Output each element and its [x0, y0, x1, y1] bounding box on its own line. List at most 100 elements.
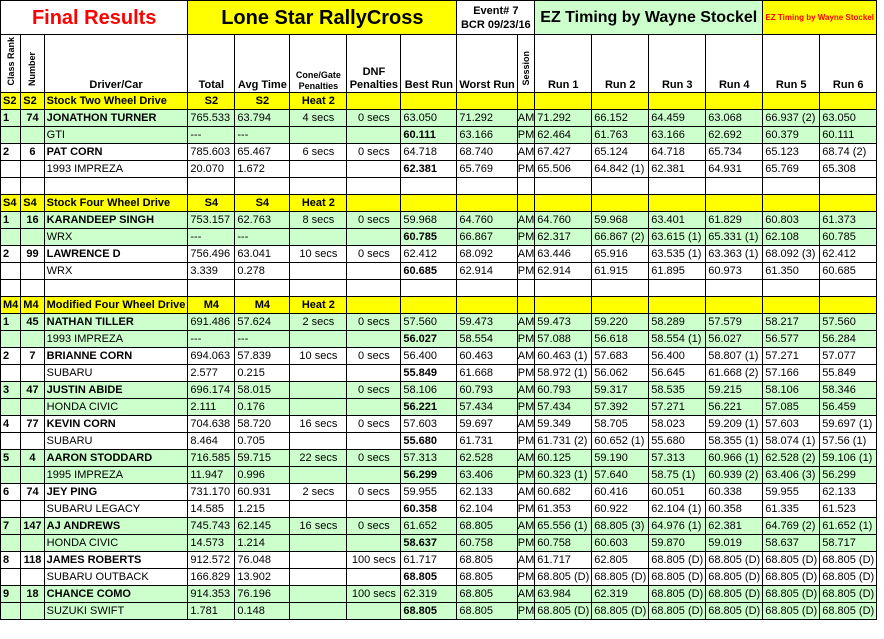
driver-row: 8 118 JAMES ROBERTS 912.572 76.048 100 secs 61…	[0, 550, 878, 569]
avg-time: 57.839	[234, 346, 291, 365]
car-row-blank	[289, 499, 348, 518]
run-time: 68.805 (D)	[819, 550, 878, 569]
driver-row: 5 4 AARON STODDARD 716.585 59.715 22 secs 0 se…	[0, 448, 878, 467]
spacer-cell	[187, 176, 236, 195]
car-row: SUBARU 2.577 0.215 55.849 61.668 PM 58.972 (1)…	[0, 363, 878, 382]
run-time: 57.166	[762, 363, 821, 382]
spacer-cell	[591, 278, 650, 297]
run-time: 62.914	[534, 261, 593, 280]
total-time: 756.496	[187, 244, 236, 263]
car-row-blank	[289, 261, 348, 280]
col-class-rank: Class Rank	[0, 34, 22, 93]
run-time: 60.603	[591, 533, 650, 552]
best-run: 61.717	[400, 550, 458, 569]
run-time: 62.805	[591, 550, 650, 569]
total-gap: ---	[187, 227, 236, 246]
results-table: Final Results Lone Star RallyCross Event…	[0, 0, 878, 620]
car-row-blank	[20, 533, 45, 552]
run-time: 65.308	[819, 159, 878, 178]
run-time: 57.683	[591, 346, 650, 365]
best-run-pm: 56.221	[400, 397, 458, 416]
car-row: 1993 IMPREZA --- --- 56.027 58.554 PM 57.088 56…	[0, 329, 878, 348]
car-row-blank	[0, 125, 22, 144]
run-time: 68.805 (D)	[762, 550, 821, 569]
avg-gap: ---	[234, 329, 291, 348]
class-label-avg: S2	[234, 91, 291, 110]
car-row: 1995 IMPREZA 11.947 0.996 56.299 63.406 PM 60.…	[0, 465, 878, 484]
car-row-blank	[0, 397, 22, 416]
avg-gap: 0.996	[234, 465, 291, 484]
car-number: 4	[20, 448, 45, 467]
class-rank: 1	[0, 312, 22, 331]
spacer-cell	[705, 278, 764, 297]
avg-gap: ---	[234, 125, 291, 144]
avg-time: 62.763	[234, 210, 291, 229]
run-time: 65.124	[591, 142, 650, 161]
class-header-blank	[705, 295, 764, 314]
spacer-cell	[346, 176, 402, 195]
avg-gap: 0.176	[234, 397, 291, 416]
worst-run: 68.805	[456, 550, 518, 569]
run-time: 68.74 (2)	[819, 142, 878, 161]
car-row-blank	[0, 431, 22, 450]
class-code: S4	[0, 193, 22, 212]
run-time: 57.579	[705, 312, 764, 331]
best-run: 61.652	[400, 516, 458, 535]
spacer-cell	[534, 278, 593, 297]
avg-time: 65.467	[234, 142, 291, 161]
driver-name: CHANCE COMO	[43, 584, 189, 603]
avg-time: 76.048	[234, 550, 291, 569]
run-time: 58.346	[819, 380, 878, 399]
run-time: 59.190	[591, 448, 650, 467]
col-run-2: Run 2	[591, 34, 650, 93]
spacer-cell	[400, 176, 458, 195]
run-time: 58.554 (1)	[648, 329, 707, 348]
car-row: HONDA CIVIC 14.573 1.214 58.637 60.758 PM 60.7…	[0, 533, 878, 552]
cone-penalty: 10 secs	[289, 244, 348, 263]
session-am: AM	[516, 210, 536, 229]
run-time: 68.805 (D)	[705, 550, 764, 569]
class-name: Modified Four Wheel Drive	[43, 295, 189, 314]
best-run-pm: 68.805	[400, 601, 458, 620]
best-run: 56.400	[400, 346, 458, 365]
run-time: 63.984	[534, 584, 593, 603]
col-worst-run: Worst Run	[456, 34, 518, 93]
driver-row: 4 77 KEVIN CORN 704.638 58.720 16 secs 0 secs 5…	[0, 414, 878, 433]
dnf-penalty: 0 secs	[346, 108, 402, 127]
session-pm: PM	[516, 159, 536, 178]
run-time: 60.803	[762, 210, 821, 229]
spacer-cell	[234, 278, 291, 297]
run-time: 62.412	[819, 244, 878, 263]
session-pm: PM	[516, 533, 536, 552]
session-am: AM	[516, 550, 536, 569]
run-time: 60.111	[819, 125, 878, 144]
run-time: 60.973	[705, 261, 764, 280]
spacer-cell	[762, 176, 821, 195]
run-time: 56.221	[705, 397, 764, 416]
class-rank: 4	[0, 414, 22, 433]
car-row-blank	[346, 567, 402, 586]
run-time: 61.350	[762, 261, 821, 280]
car-number: 77	[20, 414, 45, 433]
car-row-blank	[20, 499, 45, 518]
run-time: 60.682	[534, 482, 593, 501]
class-header-blank	[648, 193, 707, 212]
session-am: AM	[516, 414, 536, 433]
class-header-blank	[400, 91, 458, 110]
col-best-run: Best Run	[400, 34, 458, 93]
class-header-blank	[648, 295, 707, 314]
best-run-pm: 62.381	[400, 159, 458, 178]
run-time: 59.968	[591, 210, 650, 229]
spacer-cell	[187, 278, 236, 297]
run-time: 61.731 (2)	[534, 431, 593, 450]
worst-run-pm: 63.406	[456, 465, 518, 484]
spacer-cell	[591, 176, 650, 195]
car-number: 45	[20, 312, 45, 331]
run-time: 60.685	[819, 261, 878, 280]
total-time: 765.533	[187, 108, 236, 127]
best-run: 57.603	[400, 414, 458, 433]
car-row-blank	[289, 431, 348, 450]
cone-penalty: 10 secs	[289, 346, 348, 365]
car-row-blank	[20, 329, 45, 348]
worst-run: 62.528	[456, 448, 518, 467]
